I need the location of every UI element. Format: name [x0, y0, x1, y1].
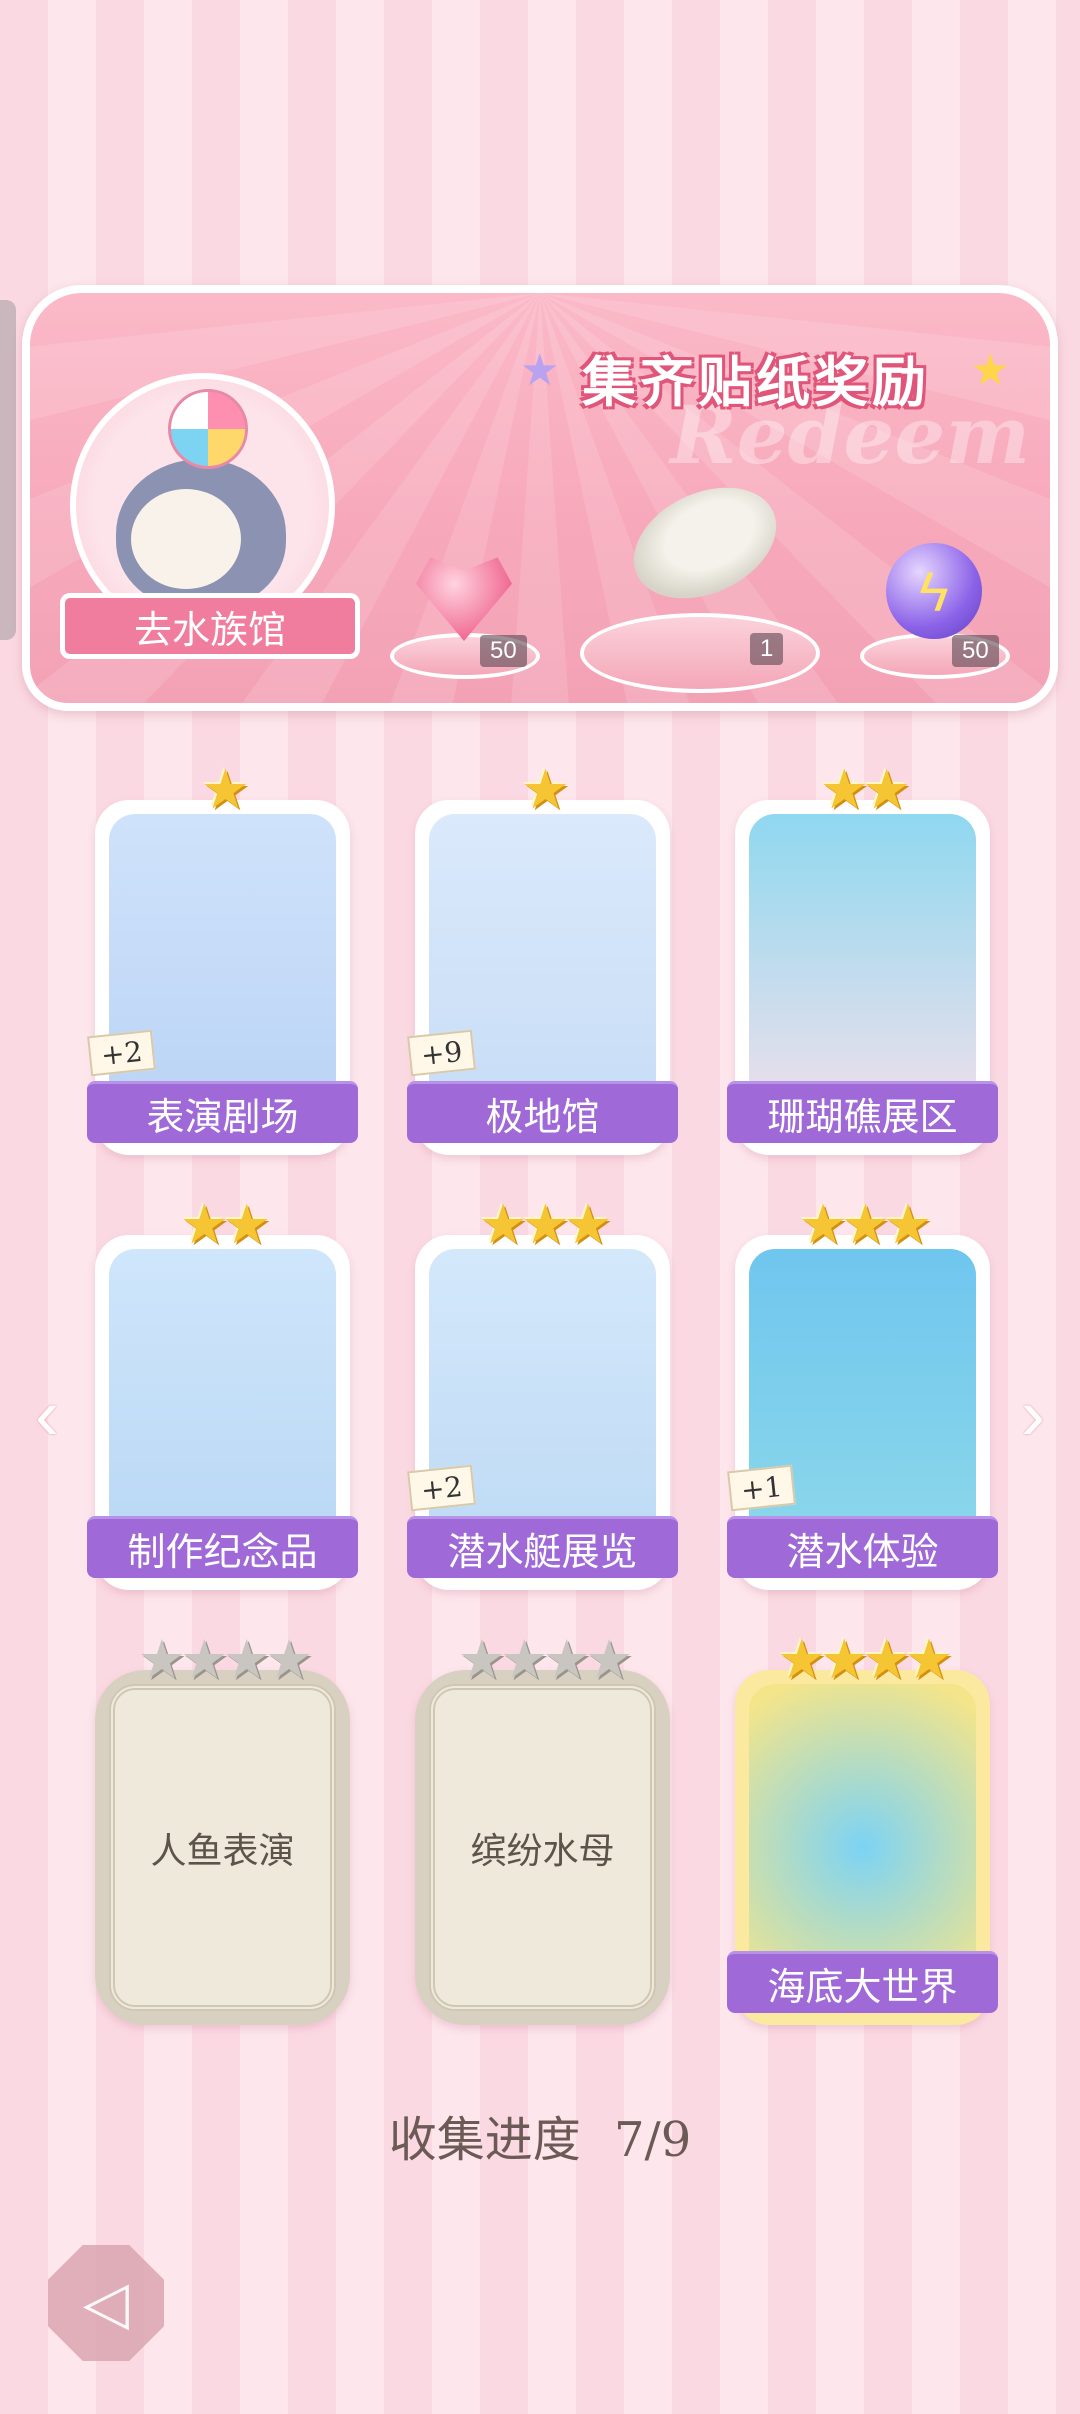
- back-arrow-icon: ◁: [82, 2269, 130, 2336]
- sticker-card[interactable]: ★★ 珊瑚礁展区: [727, 760, 998, 1155]
- star-icon: ★: [264, 1630, 313, 1690]
- star-icon: ★: [820, 1630, 868, 1690]
- star-rating: ★: [95, 760, 350, 820]
- locked-card-face: 缤纷水母: [429, 1684, 656, 2011]
- star-icon: ★: [883, 1195, 932, 1255]
- star-icon: ★: [500, 1630, 548, 1690]
- star-rating: ★★★★: [95, 1630, 350, 1690]
- duplicate-count-badge: +9: [407, 1029, 477, 1077]
- locked-card-face: 人鱼表演: [109, 1684, 336, 2011]
- card-label: 潜水艇展览: [407, 1516, 678, 1578]
- star-icon: ★: [862, 760, 911, 820]
- side-drawer-handle[interactable]: [0, 300, 16, 640]
- star-decoration-icon: ★: [520, 346, 560, 395]
- card-label: 珊瑚礁展区: [727, 1081, 998, 1143]
- collection-progress: 收集进度 7/9: [0, 2100, 1080, 2170]
- reward-pedestal: [580, 613, 820, 693]
- progress-value: 7/9: [614, 2112, 692, 2168]
- star-icon: ★: [457, 1630, 506, 1690]
- star-icon: ★: [777, 1630, 826, 1690]
- star-icon: ★: [222, 1195, 271, 1255]
- star-icon: ★: [521, 1195, 569, 1255]
- progress-label: 收集进度: [388, 2112, 581, 2168]
- star-icon: ★: [180, 1630, 228, 1690]
- reward-item[interactable]: 50: [390, 513, 550, 693]
- star-icon: ★: [542, 1630, 591, 1690]
- star-rating: ★★★: [415, 1195, 670, 1255]
- star-rating: ★★★: [735, 1195, 990, 1255]
- duplicate-count-badge: +2: [87, 1029, 157, 1077]
- star-decoration-icon: ★: [970, 346, 1010, 395]
- sticker-card[interactable]: ★ 表演剧场 +2: [87, 760, 358, 1155]
- heart-gem-icon: [416, 557, 512, 641]
- star-icon: ★: [137, 1630, 186, 1690]
- star-icon: ★: [862, 1630, 911, 1690]
- seal-belly: [131, 489, 241, 589]
- sticker-card[interactable]: ★★★ 潜水体验 +1: [727, 1195, 998, 1590]
- reward-count: 1: [750, 633, 784, 665]
- next-page-arrow-icon[interactable]: ›: [1008, 1379, 1058, 1451]
- card-label: 极地馆: [407, 1081, 678, 1143]
- beach-ball-icon: [168, 389, 248, 469]
- duplicate-count-badge: +2: [407, 1464, 477, 1512]
- banner-title: 集齐贴纸奖励: [582, 353, 930, 413]
- star-rating: ★★: [735, 760, 990, 820]
- sticker-card[interactable]: ★★★★ 人鱼表演: [95, 1630, 350, 2025]
- locked-card-label: 缤纷水母: [470, 1830, 615, 1872]
- go-aquarium-button[interactable]: 去水族馆: [60, 593, 360, 659]
- sticker-card[interactable]: ★★★★ 海底大世界: [727, 1630, 998, 2025]
- reward-item[interactable]: 1: [580, 463, 830, 703]
- card-label: 制作纪念品: [87, 1516, 358, 1578]
- locked-card-label: 人鱼表演: [150, 1830, 295, 1872]
- star-icon: ★: [904, 1630, 953, 1690]
- back-button[interactable]: ◁: [48, 2245, 164, 2361]
- prev-page-arrow-icon[interactable]: ‹: [22, 1379, 72, 1451]
- star-icon: ★: [180, 1195, 228, 1255]
- card-label: 表演剧场: [87, 1081, 358, 1143]
- sticker-card[interactable]: ★★ 制作纪念品: [87, 1195, 358, 1590]
- star-icon: ★: [222, 1630, 271, 1690]
- duplicate-count-badge: +1: [727, 1464, 797, 1512]
- star-icon: ★: [563, 1195, 612, 1255]
- star-rating: ★★: [95, 1195, 350, 1255]
- star-icon: ★: [478, 1195, 527, 1255]
- star-icon: ★: [201, 760, 249, 820]
- lightning-orb-icon: ϟ: [886, 543, 982, 639]
- card-label: 海底大世界: [727, 1951, 998, 2013]
- star-icon: ★: [841, 1195, 889, 1255]
- star-rating: ★★★★: [735, 1630, 990, 1690]
- star-icon: ★: [521, 760, 569, 820]
- star-rating: ★: [415, 760, 670, 820]
- sticker-card[interactable]: ★★★★ 缤纷水母: [415, 1630, 670, 2025]
- sticker-card[interactable]: ★★★ 潜水艇展览 +2: [407, 1195, 678, 1590]
- sun-hat-icon: [615, 465, 795, 621]
- reward-banner: Redeem ★ ★ 集齐贴纸奖励 去水族馆 50 1 ϟ 50: [22, 285, 1058, 711]
- star-rating: ★★★★: [415, 1630, 670, 1690]
- reward-count: 50: [480, 635, 527, 667]
- star-icon: ★: [798, 1195, 847, 1255]
- card-label: 潜水体验: [727, 1516, 998, 1578]
- sticker-card[interactable]: ★ 极地馆 +9: [407, 760, 678, 1155]
- reward-count: 50: [952, 635, 999, 667]
- reward-item[interactable]: ϟ 50: [860, 513, 1020, 693]
- star-icon: ★: [584, 1630, 633, 1690]
- star-icon: ★: [820, 760, 868, 820]
